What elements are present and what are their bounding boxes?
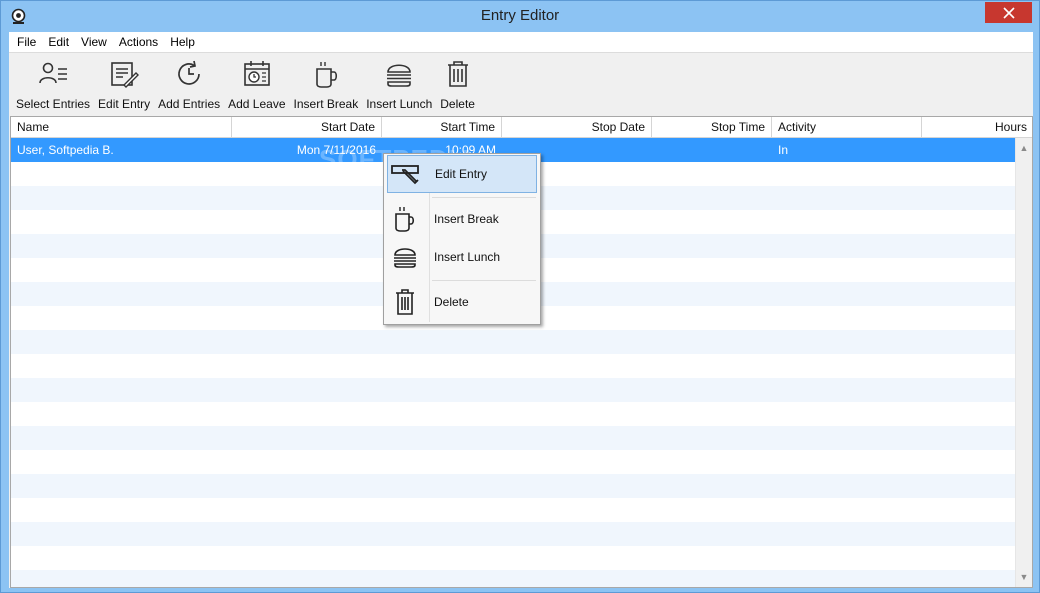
menu-file[interactable]: File (11, 32, 42, 52)
empty-row (11, 522, 1016, 546)
burger-icon (387, 245, 423, 269)
empty-row (11, 330, 1016, 354)
empty-row (11, 354, 1016, 378)
delete-label: Delete (440, 97, 475, 111)
empty-row (11, 570, 1016, 587)
empty-row (11, 474, 1016, 498)
menu-view[interactable]: View (75, 32, 113, 52)
add-entries-button[interactable]: Add Entries (154, 53, 224, 117)
context-delete-label: Delete (434, 295, 469, 309)
empty-row (11, 426, 1016, 450)
context-insert-break[interactable]: Insert Break (387, 200, 537, 238)
edit-entry-icon (109, 59, 140, 89)
column-header-hours[interactable]: Hours (922, 117, 1032, 138)
trash-icon (443, 59, 473, 89)
add-entries-icon (174, 59, 204, 89)
context-edit-entry-label: Edit Entry (435, 167, 488, 181)
insert-lunch-label: Insert Lunch (366, 97, 433, 111)
add-leave-button[interactable]: Add Leave (224, 53, 289, 117)
edit-entry-label: Edit Entry (98, 97, 151, 111)
context-menu: Edit Entry Insert Break Insert Lunch Del… (383, 153, 541, 325)
column-header-stop-time[interactable]: Stop Time (652, 117, 772, 138)
edit-entry-icon (388, 163, 424, 185)
empty-row (11, 402, 1016, 426)
column-header-start-date[interactable]: Start Date (232, 117, 382, 138)
coffee-cup-icon (311, 59, 341, 89)
menu-bar: File Edit View Actions Help (9, 32, 1033, 52)
add-entries-label: Add Entries (158, 97, 221, 111)
menu-help[interactable]: Help (164, 32, 201, 52)
trash-icon (387, 288, 423, 316)
vertical-scrollbar[interactable]: ▲ ▼ (1015, 138, 1032, 587)
context-insert-break-label: Insert Break (434, 212, 499, 226)
insert-break-button[interactable]: Insert Break (290, 53, 363, 117)
context-delete[interactable]: Delete (387, 283, 537, 321)
close-icon (1002, 6, 1015, 19)
coffee-cup-icon (387, 206, 423, 232)
grid-header: Name Start Date Start Time Stop Date Sto… (11, 117, 1032, 138)
calendar-icon (242, 59, 272, 89)
empty-row (11, 378, 1016, 402)
empty-row (11, 498, 1016, 522)
select-entries-label: Select Entries (16, 97, 91, 111)
cell-hours (922, 138, 1016, 162)
scroll-up-icon[interactable]: ▲ (1016, 140, 1032, 156)
empty-row (11, 546, 1016, 570)
empty-row (11, 450, 1016, 474)
context-insert-lunch-label: Insert Lunch (434, 250, 501, 264)
toolbar: Select Entries Edit Entry Add Entries Ad… (9, 52, 1033, 116)
column-header-stop-date[interactable]: Stop Date (502, 117, 652, 138)
context-edit-entry[interactable]: Edit Entry (387, 155, 537, 193)
select-entries-icon (38, 59, 68, 89)
app-window: Entry Editor File Edit View Actions Help (0, 0, 1040, 593)
insert-lunch-button[interactable]: Insert Lunch (362, 53, 436, 117)
select-entries-button[interactable]: Select Entries (12, 53, 94, 117)
cell-stop-time (652, 138, 772, 162)
context-separator (432, 197, 536, 198)
burger-icon (384, 59, 414, 89)
insert-break-label: Insert Break (293, 97, 359, 111)
menu-actions[interactable]: Actions (113, 32, 164, 52)
edit-entry-button[interactable]: Edit Entry (94, 53, 154, 117)
add-leave-label: Add Leave (228, 97, 286, 111)
window-title: Entry Editor (480, 7, 560, 24)
cell-activity: In (778, 143, 789, 157)
title-bar[interactable]: Entry Editor (1, 1, 1039, 32)
context-insert-lunch[interactable]: Insert Lunch (387, 238, 537, 276)
column-header-start-time[interactable]: Start Time (382, 117, 502, 138)
cell-name: User, Softpedia B. (17, 143, 114, 157)
menu-edit[interactable]: Edit (42, 32, 75, 52)
close-button[interactable] (985, 2, 1032, 23)
delete-button[interactable]: Delete (436, 53, 479, 117)
scroll-down-icon[interactable]: ▼ (1016, 569, 1032, 585)
column-header-name[interactable]: Name (11, 117, 232, 138)
column-header-activity[interactable]: Activity (772, 117, 922, 138)
context-separator (432, 280, 536, 281)
